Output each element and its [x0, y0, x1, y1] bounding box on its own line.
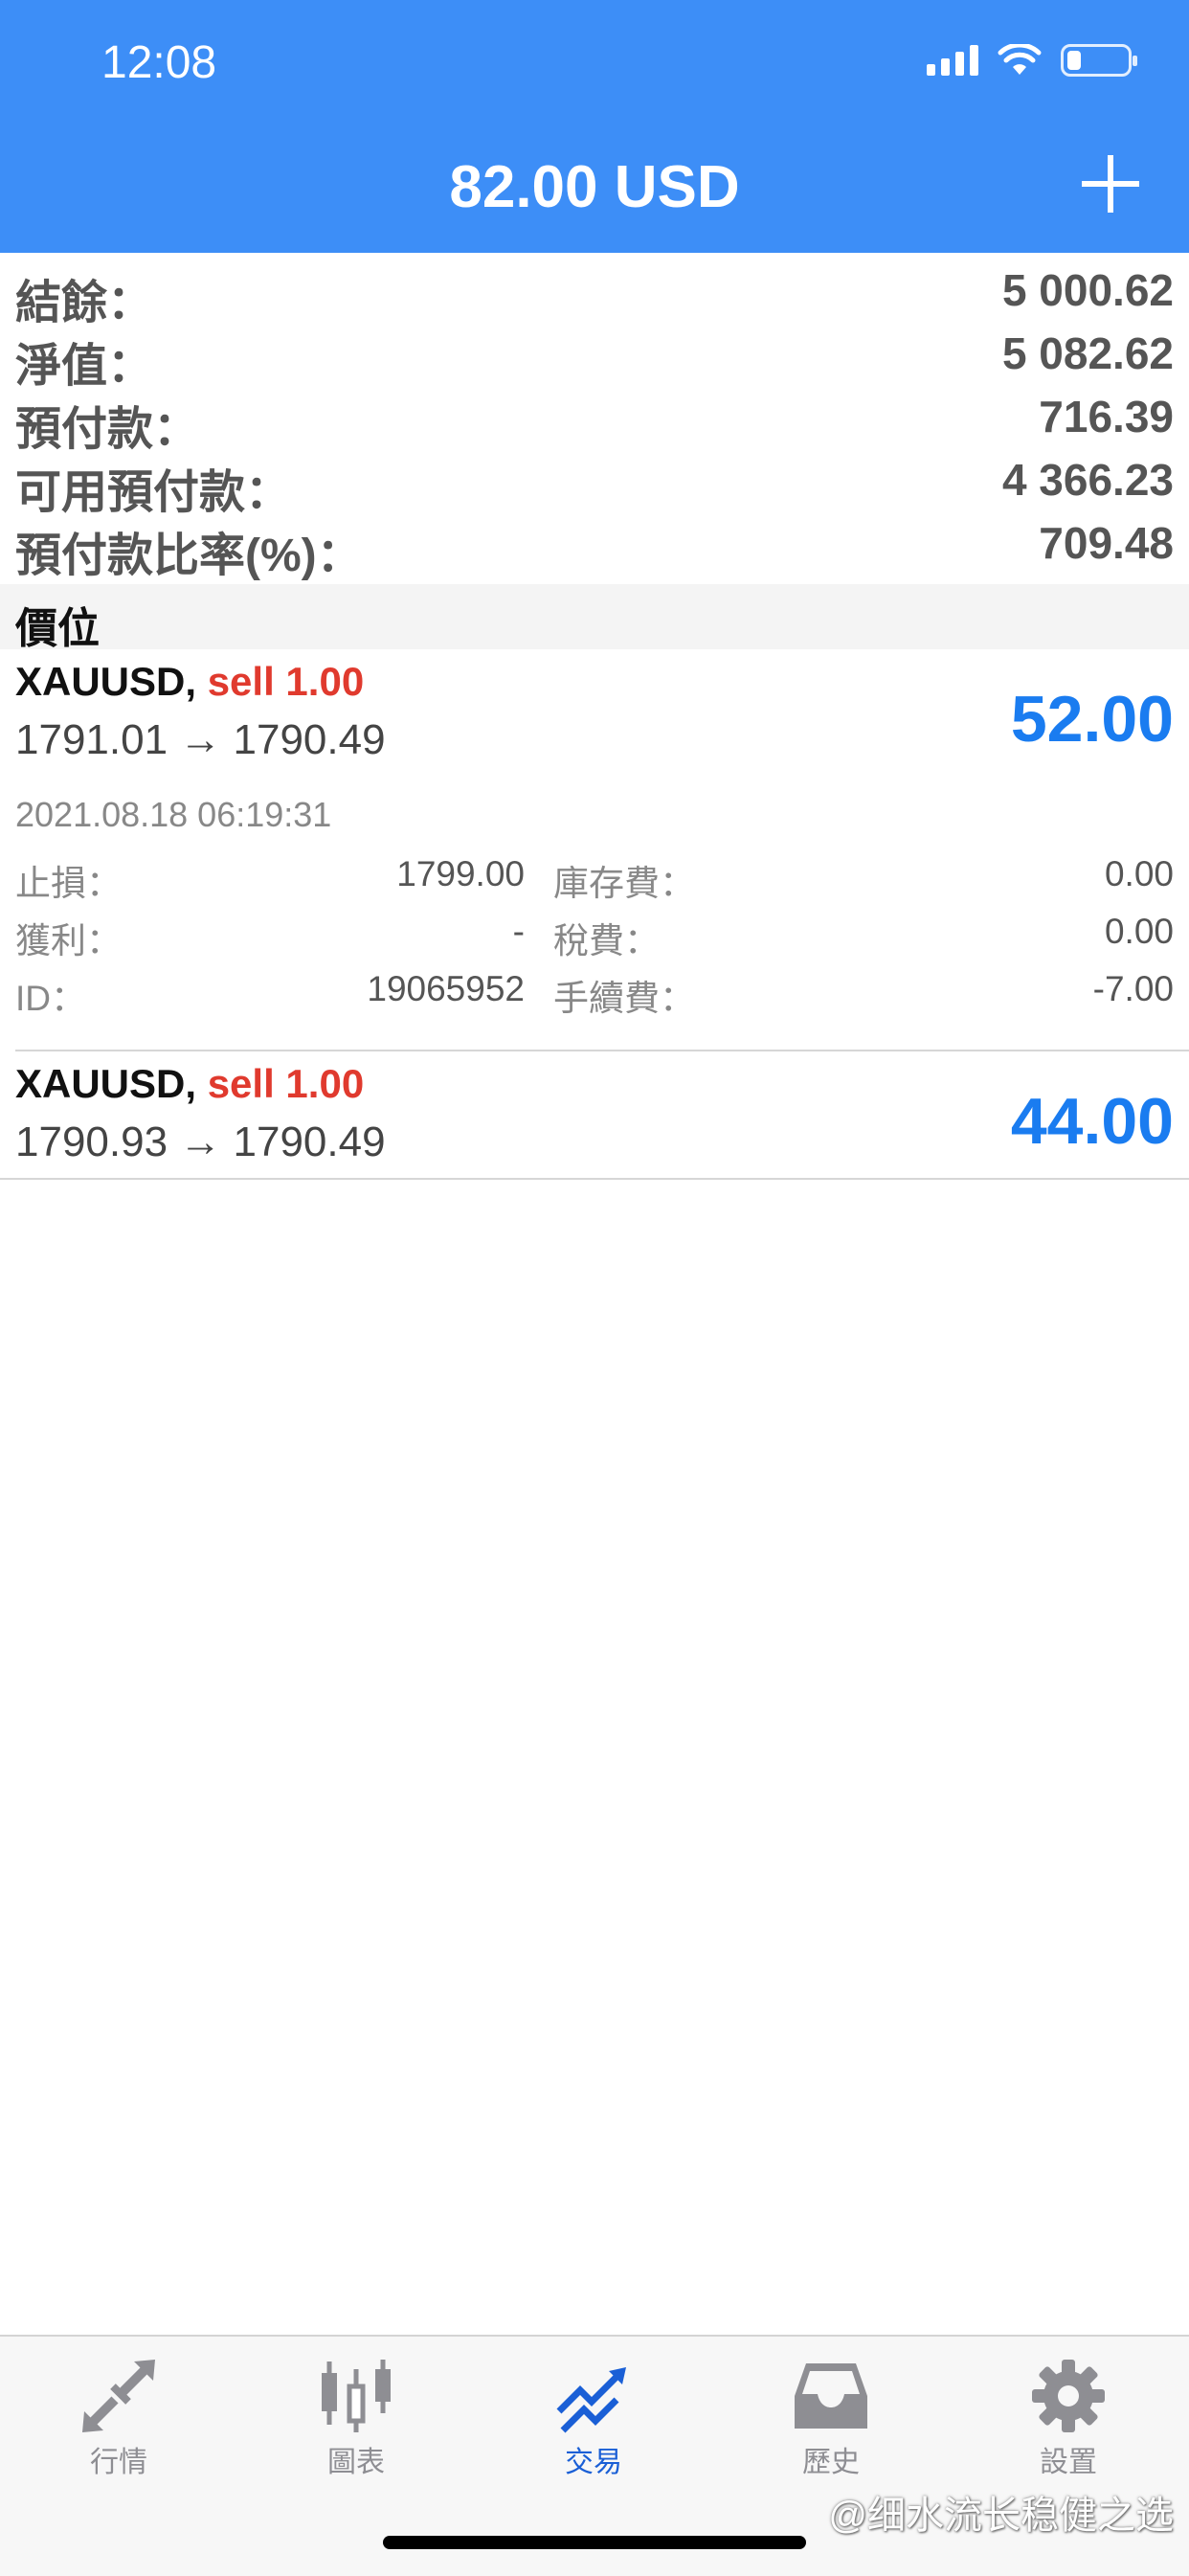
- detail-value: -7.00: [1092, 969, 1174, 1008]
- position-profit: 44.00: [1010, 1085, 1174, 1158]
- watermark: @细水流长稳健之选: [828, 2495, 1174, 2537]
- summary-value: 709.48: [1039, 518, 1174, 568]
- tab-label: 圖表: [327, 2447, 385, 2478]
- candlestick-chart-icon: [322, 2360, 391, 2432]
- tab-label: 設置: [1040, 2447, 1097, 2478]
- row-divider: [0, 1178, 1189, 1180]
- order-side: sell 1.00: [207, 1061, 365, 1106]
- cellular-signal-icon: [927, 45, 978, 76]
- summary-value: 5 082.62: [1001, 328, 1174, 378]
- tab-quotes[interactable]: 行情: [0, 2337, 237, 2490]
- tab-label: 行情: [90, 2447, 147, 2478]
- position-symbol: XAUUSD, sell 1.00: [15, 1061, 364, 1107]
- summary-row-balance: 結餘： 5 000.62: [0, 257, 1189, 328]
- detail-label: 庫存費：: [553, 864, 695, 903]
- inbox-tray-icon: [795, 2363, 867, 2429]
- top-bar: 12:08 82.00 USD: [0, 0, 1189, 253]
- account-summary: 結餘： 5 000.62 淨值： 5 082.62 預付款： 716.39 可用…: [0, 257, 1189, 581]
- detail-value: 0.00: [1104, 854, 1174, 893]
- position-profit: 52.00: [1010, 683, 1174, 756]
- add-order-button[interactable]: [1082, 155, 1139, 213]
- summary-row-margin-level: 預付款比率(%)： 709.48: [0, 509, 1189, 581]
- summary-value: 5 000.62: [1001, 265, 1174, 315]
- tab-chart[interactable]: 圖表: [237, 2337, 475, 2490]
- trade-trend-icon: [556, 2367, 626, 2433]
- positions-section-header: 價位: [0, 584, 1189, 652]
- home-indicator[interactable]: [383, 2536, 806, 2549]
- tab-history[interactable]: 歷史: [712, 2337, 950, 2490]
- section-title: 價位: [15, 605, 100, 652]
- summary-row-equity: 淨值： 5 082.62: [0, 320, 1189, 392]
- position-row[interactable]: XAUUSD, sell 1.00 1791.01 → 1790.49 52.0…: [0, 649, 1189, 1050]
- open-time: 2021.08.18 06:19:31: [15, 795, 332, 834]
- battery-icon: [1061, 44, 1137, 77]
- symbol-text: XAUUSD,: [15, 1061, 197, 1106]
- position-row[interactable]: XAUUSD, sell 1.00 1790.93 → 1790.49 44.0…: [0, 1051, 1189, 1178]
- detail-value: 1799.00: [396, 854, 525, 893]
- position-symbol: XAUUSD, sell 1.00: [15, 659, 364, 705]
- tab-settings[interactable]: 設置: [950, 2337, 1187, 2490]
- summary-value: 716.39: [1039, 392, 1174, 441]
- wifi-icon: [998, 44, 1042, 75]
- price-change: 1790.93 → 1790.49: [15, 1119, 386, 1165]
- status-time: 12:08: [101, 37, 217, 88]
- price-change: 1791.01 → 1790.49: [15, 716, 386, 763]
- status-icons: [927, 44, 1137, 77]
- summary-label: 預付款比率(%)：: [15, 531, 363, 581]
- detail-label: 獲利：: [15, 921, 122, 960]
- symbol-text: XAUUSD,: [15, 659, 197, 704]
- tab-trade[interactable]: 交易: [475, 2337, 712, 2490]
- detail-label: 止損：: [15, 864, 122, 903]
- order-side: sell 1.00: [207, 659, 365, 704]
- detail-value: -: [512, 912, 525, 951]
- tab-label: 歷史: [802, 2447, 860, 2478]
- tab-label: 交易: [565, 2447, 622, 2478]
- gear-icon: [1032, 2360, 1105, 2432]
- page-title: 82.00 USD: [449, 154, 740, 220]
- detail-label: 稅費：: [553, 921, 660, 960]
- detail-value: 19065952: [367, 969, 525, 1008]
- summary-row-margin: 預付款： 716.39: [0, 383, 1189, 455]
- summary-row-free-margin: 可用預付款： 4 366.23: [0, 446, 1189, 518]
- quotes-arrows-icon: [82, 2360, 155, 2432]
- detail-label: 手續費：: [553, 979, 695, 1018]
- detail-value: 0.00: [1104, 912, 1174, 951]
- summary-value: 4 366.23: [1001, 455, 1174, 505]
- detail-label: ID：: [15, 979, 86, 1018]
